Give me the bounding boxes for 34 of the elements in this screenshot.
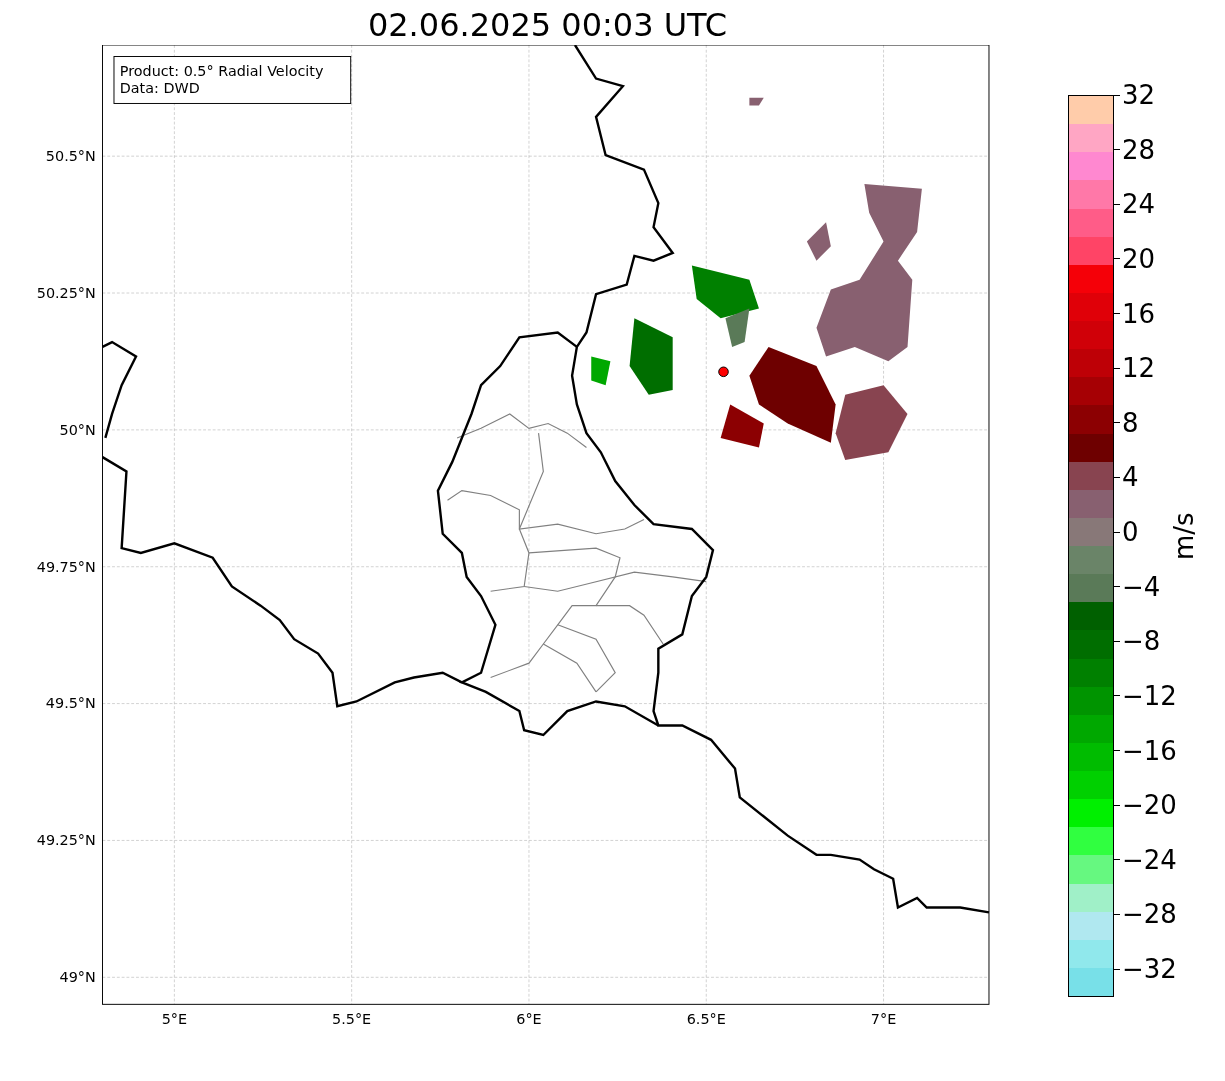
colorbar-tick-label: 20 <box>1121 244 1156 273</box>
info-text: Data: DWD <box>119 79 200 96</box>
longitude-label: 5.5°E <box>332 1011 372 1028</box>
colorbar-tick-label: −20 <box>1121 791 1177 820</box>
colorbar-tick-label: −8 <box>1121 627 1161 656</box>
latitude-label: 49.5°N <box>45 695 96 712</box>
colorbar-tick-label: −12 <box>1121 681 1177 710</box>
colorbar-tick-label: 32 <box>1121 81 1156 109</box>
colorbar-tick-label: 4 <box>1121 463 1139 492</box>
longitude-label: 6°E <box>516 1011 542 1028</box>
latitude-label: 50.25°N <box>36 284 96 301</box>
colorbar-tick-label: 28 <box>1121 135 1156 164</box>
longitude-label: 7°E <box>870 1011 897 1028</box>
radar-site-marker <box>718 366 729 378</box>
colorbar-tick-label: −4 <box>1121 572 1161 601</box>
latitude-label: 50°N <box>59 421 96 438</box>
colorbar-tick-label: −16 <box>1121 736 1177 765</box>
colorbar-tick-label: −32 <box>1121 955 1177 983</box>
colorbar-tick-label: −24 <box>1121 845 1177 874</box>
latitude-label: 50.5°N <box>45 147 96 164</box>
latitude-label: 49°N <box>59 969 96 986</box>
colorbar-tick-label: −28 <box>1121 900 1177 929</box>
latitude-label: 49.25°N <box>36 832 96 849</box>
colorbar-tick-label: 8 <box>1121 408 1139 437</box>
colorbar-tick-label: 0 <box>1121 518 1139 546</box>
colorbar-unit-label: m/s <box>1168 511 1199 562</box>
colorbar-tick-label: 12 <box>1121 354 1156 383</box>
latitude-label: 49.75°N <box>36 558 96 575</box>
longitude-label: 6.5°E <box>686 1011 726 1028</box>
info-text: Product: 0.5° Radial Velocity <box>119 62 324 79</box>
longitude-label: 5°E <box>161 1011 188 1028</box>
colorbar-tick-label: 16 <box>1121 299 1156 328</box>
colorbar-tick-label: 24 <box>1121 190 1156 219</box>
chart-title: 02.06.2025 00:03 UTC <box>366 5 729 45</box>
